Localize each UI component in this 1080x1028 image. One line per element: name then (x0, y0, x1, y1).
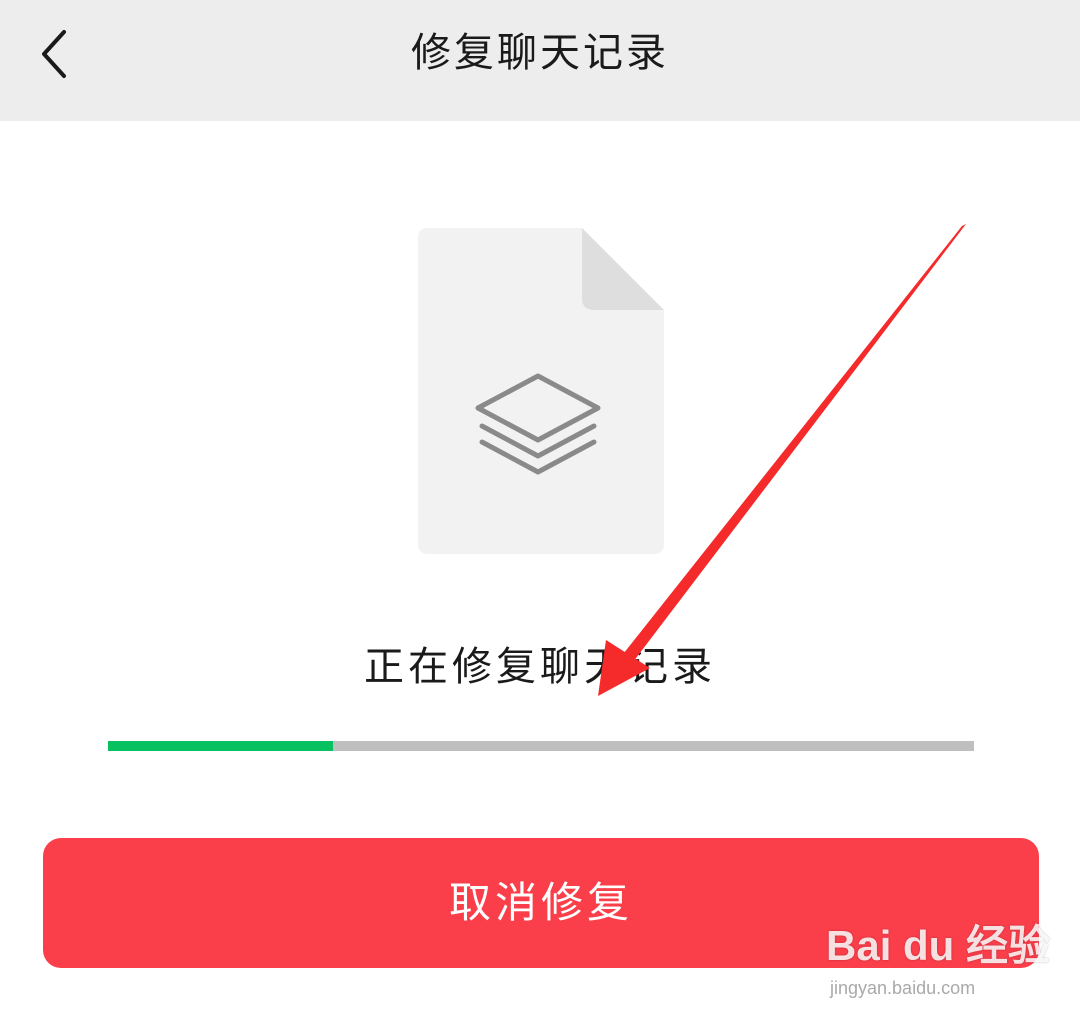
repair-progress-fill (108, 741, 334, 751)
navigation-bar: 修复聊天记录 (0, 0, 1080, 121)
repair-status-text: 正在修复聊天记录 (364, 644, 716, 690)
file-icon (418, 228, 664, 554)
watermark-url: jingyan.baidu.com (830, 978, 976, 998)
repair-chat-screen: 修复聊天记录 正在修复聊天记录 取消修复 Bai du 经验 jingyan.b… (0, 0, 1080, 1028)
cancel-repair-button[interactable]: 取消修复 (43, 838, 1039, 968)
repair-progress-bar (108, 741, 974, 751)
page-title: 修复聊天记录 (411, 30, 669, 76)
